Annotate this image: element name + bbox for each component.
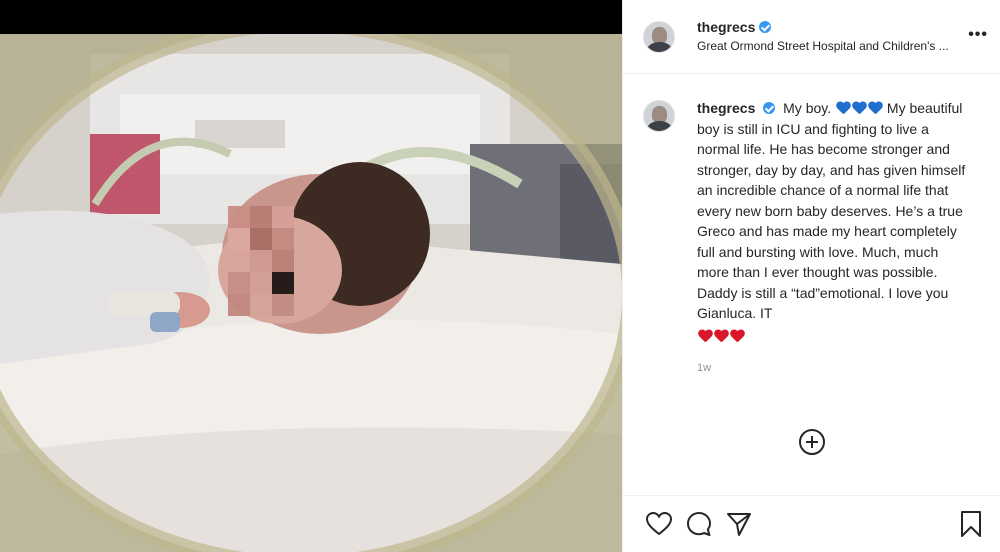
pixelated-face [228, 206, 294, 316]
baby-in-incubator-image [0, 34, 622, 552]
blue-heart-icon [868, 102, 882, 114]
username-text[interactable]: thegrecs [697, 18, 755, 36]
blue-hearts [835, 98, 883, 119]
share-icon[interactable] [719, 504, 759, 544]
red-heart-icon [698, 330, 712, 342]
caption-avatar[interactable] [643, 100, 675, 132]
caption-text: thegrecs My boy. My beautiful boy is sti… [697, 98, 973, 346]
comment-icon[interactable] [679, 504, 719, 544]
heart-icon[interactable] [639, 504, 679, 544]
post-header: thegrecs Great Ormond Street Hospital an… [623, 0, 1000, 74]
blue-heart-icon [836, 102, 850, 114]
post-timestamp[interactable]: 1w [697, 362, 973, 374]
post-media[interactable] [0, 0, 622, 552]
caption-part1: My boy. [783, 100, 832, 116]
letterbox-bar [0, 0, 622, 34]
red-hearts [697, 326, 973, 347]
caption-comment: thegrecs My boy. My beautiful boy is sti… [643, 98, 980, 374]
header-username[interactable]: thegrecs [697, 18, 772, 36]
bookmark-icon[interactable] [951, 504, 991, 544]
plus-circle-icon[interactable] [799, 429, 825, 455]
caption-username[interactable]: thegrecs [697, 100, 755, 116]
verified-badge-icon [759, 21, 772, 33]
verified-badge-icon [763, 102, 776, 114]
red-heart-icon [714, 330, 728, 342]
red-heart-icon [730, 330, 744, 342]
action-bar [623, 495, 1000, 552]
profile-avatar[interactable] [643, 20, 675, 53]
post-photo[interactable] [0, 34, 622, 552]
header-meta: thegrecs Great Ormond Street Hospital an… [697, 18, 987, 55]
caption-part2: My beautiful boy is still in ICU and fig… [697, 100, 966, 321]
more-options-icon[interactable]: ••• [968, 26, 988, 44]
blue-heart-icon [852, 102, 866, 114]
location-link[interactable]: Great Ormond Street Hospital and Childre… [697, 37, 987, 55]
instagram-post: thegrecs Great Ormond Street Hospital an… [0, 0, 1000, 552]
comments-section: thegrecs My boy. My beautiful boy is sti… [623, 74, 1000, 484]
caption-body: thegrecs My boy. My beautiful boy is sti… [697, 98, 973, 374]
post-side-panel: thegrecs Great Ormond Street Hospital an… [622, 0, 1000, 552]
